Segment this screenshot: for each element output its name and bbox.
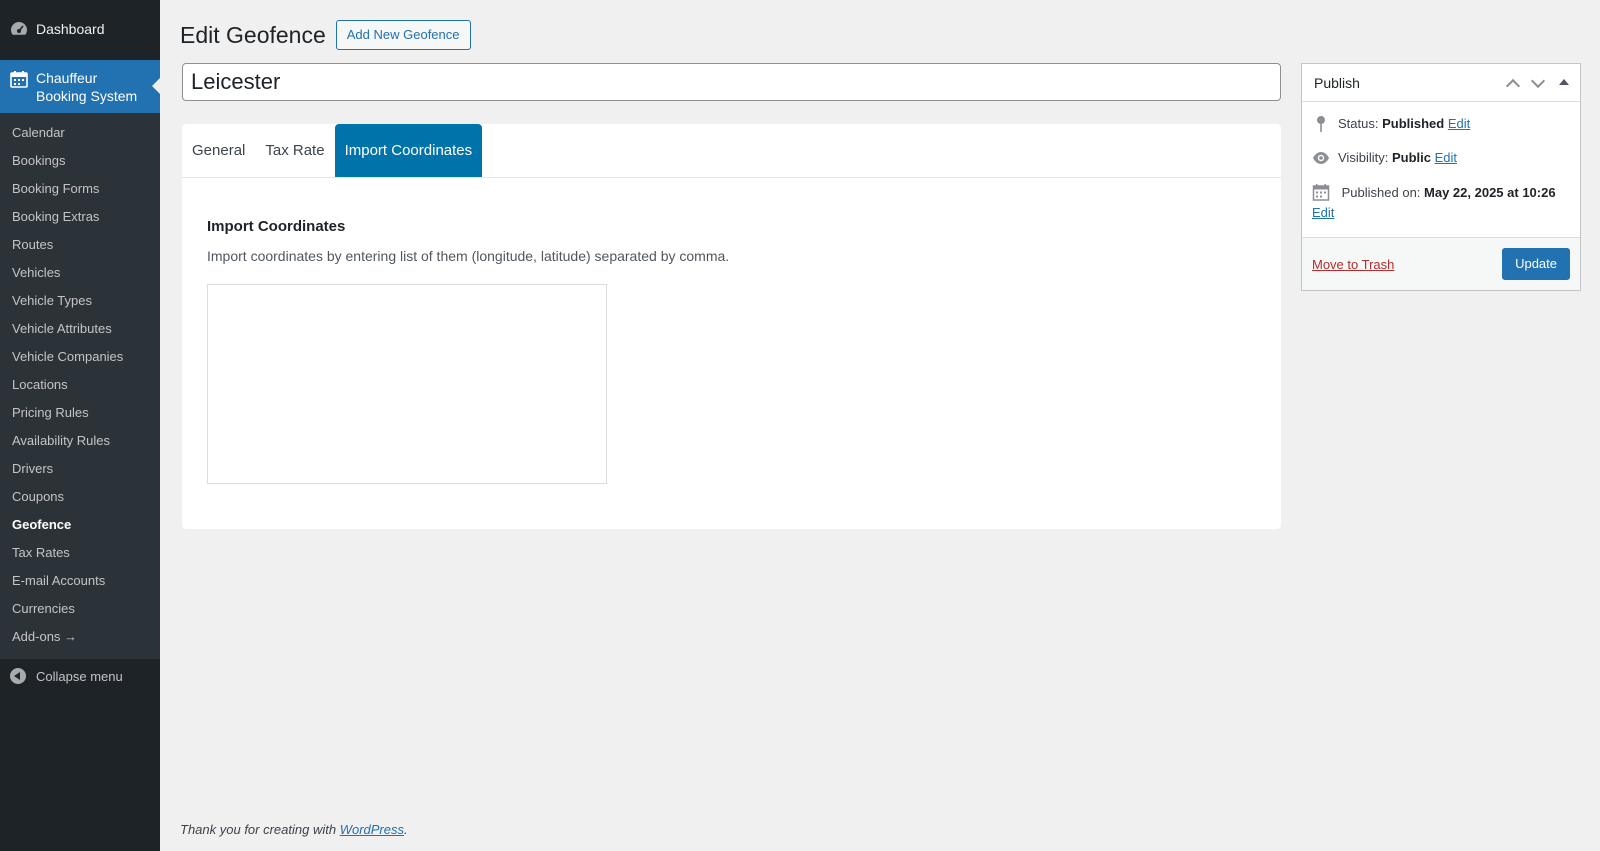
collapse-menu-label: Collapse menu <box>36 668 123 684</box>
status-value: Published <box>1382 116 1445 131</box>
toggle-panel-icon[interactable] <box>1556 75 1572 91</box>
status-label: Status: <box>1338 116 1379 131</box>
edit-date-link[interactable]: Edit <box>1312 205 1334 220</box>
publish-box-title: Publish <box>1314 74 1360 91</box>
published-date-row: Published on: May 22, 2025 at 10:26 Edit <box>1312 182 1570 223</box>
sidebar-item-availability-rules[interactable]: Availability Rules <box>0 427 160 455</box>
visibility-value: Public <box>1391 150 1431 165</box>
publish-box: Publish Status: Published Edit Visibilit… <box>1301 63 1581 291</box>
eye-icon <box>1312 149 1330 167</box>
calendar-icon <box>1312 183 1330 201</box>
admin-footer: Thank you for creating with WordPress. <box>180 822 408 837</box>
sidebar-item-bookings[interactable]: Bookings <box>0 147 160 175</box>
wordpress-link[interactable]: WordPress <box>340 822 404 837</box>
pin-icon <box>1312 115 1330 133</box>
footer-period: . <box>404 822 408 837</box>
geofence-meta-panel: General Tax Rate Import Coordinates Impo… <box>182 124 1281 529</box>
sidebar-item-coupons[interactable]: Coupons <box>0 483 160 511</box>
sidebar-item-booking-forms[interactable]: Booking Forms <box>0 175 160 203</box>
section-description: Import coordinates by entering list of t… <box>207 248 730 264</box>
sidebar-item-add-ons[interactable]: Add-ons → <box>0 623 160 651</box>
update-button[interactable]: Update <box>1502 248 1570 280</box>
meta-tabs: General Tax Rate Import Coordinates <box>182 124 1281 178</box>
move-up-icon[interactable] <box>1505 75 1521 91</box>
sidebar-item-chauffeur-booking-system[interactable]: Chauffeur Booking System <box>0 60 160 113</box>
sidebar-item-geofence[interactable]: Geofence <box>0 511 160 539</box>
page-heading: Edit Geofence Add New Geofence <box>180 20 471 50</box>
dashboard-icon <box>10 20 28 38</box>
admin-sidebar: Dashboard Chauffeur Booking System Calen… <box>0 0 160 851</box>
sidebar-item-pricing-rules[interactable]: Pricing Rules <box>0 399 160 427</box>
move-to-trash-link[interactable]: Move to Trash <box>1312 257 1394 272</box>
coordinates-textarea[interactable] <box>207 284 607 484</box>
tab-tax-rate[interactable]: Tax Rate <box>255 124 334 177</box>
edit-status-link[interactable]: Edit <box>1448 114 1470 134</box>
collapse-menu-button[interactable]: Collapse menu <box>0 659 160 693</box>
published-value: May 22, 2025 at 10:26 <box>1424 185 1556 200</box>
sidebar-item-label: Chauffeur Booking System <box>36 70 138 104</box>
tab-import-coordinates[interactable]: Import Coordinates <box>334 124 483 177</box>
publish-box-body: Status: Published Edit Visibility: Publi… <box>1302 102 1580 223</box>
geofence-title-input[interactable] <box>182 63 1281 101</box>
sidebar-item-vehicles[interactable]: Vehicles <box>0 259 160 287</box>
sidebar-item-routes[interactable]: Routes <box>0 231 160 259</box>
move-down-icon[interactable] <box>1530 75 1546 91</box>
sidebar-item-dashboard[interactable]: Dashboard <box>0 0 160 60</box>
visibility-row: Visibility: Public Edit <box>1312 148 1570 168</box>
tab-general[interactable]: General <box>182 124 255 177</box>
sidebar-item-booking-extras[interactable]: Booking Extras <box>0 203 160 231</box>
sidebar-item-label: Dashboard <box>36 21 105 37</box>
import-coordinates-section: Import Coordinates Import coordinates by… <box>182 178 1281 484</box>
collapse-arrow-icon <box>10 668 26 684</box>
publish-box-header: Publish <box>1302 64 1580 102</box>
footer-text: Thank you for creating with <box>180 822 340 837</box>
published-label: Published on: <box>1341 185 1421 200</box>
sidebar-item-locations[interactable]: Locations <box>0 371 160 399</box>
sidebar-item-tax-rates[interactable]: Tax Rates <box>0 539 160 567</box>
sidebar-item-drivers[interactable]: Drivers <box>0 455 160 483</box>
status-row: Status: Published Edit <box>1312 114 1570 134</box>
sidebar-item-currencies[interactable]: Currencies <box>0 595 160 623</box>
add-new-geofence-button[interactable]: Add New Geofence <box>335 20 471 50</box>
sidebar-item-vehicle-types[interactable]: Vehicle Types <box>0 287 160 315</box>
visibility-label: Visibility: <box>1338 150 1389 165</box>
page-title: Edit Geofence <box>180 21 326 48</box>
calendar-icon <box>10 70 28 88</box>
section-heading: Import Coordinates <box>207 218 346 235</box>
current-menu-arrow <box>152 78 160 94</box>
publish-box-actions: Move to Trash Update <box>1302 237 1580 290</box>
sidebar-item-vehicle-companies[interactable]: Vehicle Companies <box>0 343 160 371</box>
sidebar-submenu: Calendar Bookings Booking Forms Booking … <box>0 113 160 659</box>
sidebar-item-vehicle-attributes[interactable]: Vehicle Attributes <box>0 315 160 343</box>
sidebar-item-calendar[interactable]: Calendar <box>0 119 160 147</box>
edit-visibility-link[interactable]: Edit <box>1435 148 1457 168</box>
sidebar-item-email-accounts[interactable]: E-mail Accounts <box>0 567 160 595</box>
